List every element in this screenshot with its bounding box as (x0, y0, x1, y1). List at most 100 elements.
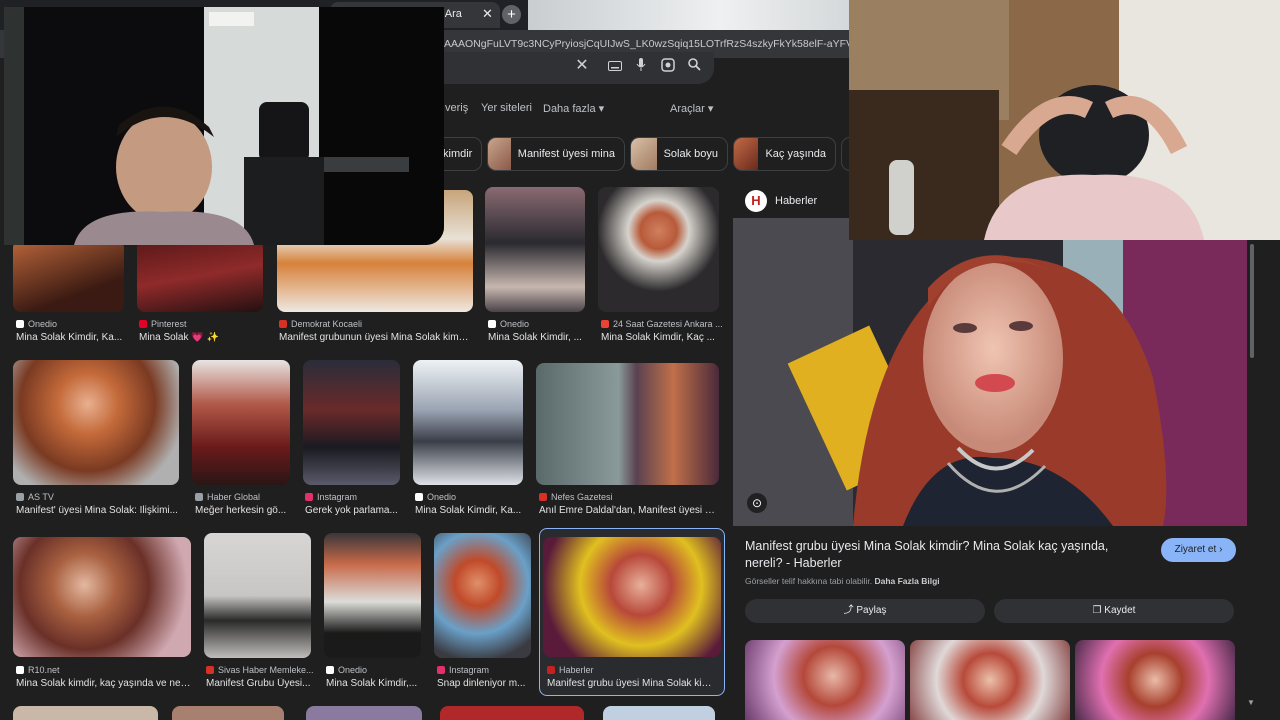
new-tab-button[interactable]: + (502, 5, 521, 24)
visit-button[interactable]: Ziyaret et › (1161, 538, 1236, 562)
lens-icon[interactable] (660, 58, 676, 74)
scrollbar-thumb[interactable] (1250, 244, 1254, 358)
result-image[interactable] (306, 706, 422, 720)
tab-shopping[interactable]: veriş (445, 102, 468, 114)
chip-thumbnail (488, 138, 511, 170)
result-image[interactable] (440, 706, 584, 720)
scroll-down-icon[interactable]: ▼ (1247, 698, 1255, 707)
result-image[interactable] (536, 363, 719, 485)
tools-button[interactable]: Araçlar ▾ (670, 102, 713, 115)
source-icon (305, 493, 313, 501)
result-source: Demokrat Kocaeli (279, 319, 362, 329)
source-icon (16, 320, 24, 328)
result-caption[interactable]: Mina Solak Kimdir, ... (488, 332, 585, 343)
copyright-text: Görseller telif hakkına tabi olabilir. (745, 576, 873, 586)
source-logo: H (745, 190, 767, 212)
learn-more-link[interactable]: Daha Fazla Bilgi (874, 576, 939, 586)
result-caption[interactable]: Mina Solak Kimdir, Ka... (415, 505, 523, 516)
result-caption[interactable]: Mina Solak 💗 ✨ (139, 332, 263, 343)
result-image[interactable] (543, 537, 721, 657)
chip-boyu[interactable]: Solak boyu (630, 137, 728, 171)
related-image[interactable] (745, 640, 905, 720)
keyboard-icon[interactable] (607, 58, 623, 74)
result-image[interactable] (598, 187, 719, 312)
source-icon (488, 320, 496, 328)
result-caption[interactable]: Snap dinleniyor m... (437, 678, 531, 689)
webcam-overlay-right (849, 0, 1280, 240)
result-image[interactable] (485, 187, 585, 312)
source-icon (547, 666, 555, 674)
result-image[interactable] (13, 537, 191, 657)
result-source: Haberler (547, 665, 594, 675)
close-tab-icon[interactable]: ✕ (482, 6, 493, 22)
result-caption[interactable]: Meğer herkesin gö... (195, 505, 290, 516)
related-image[interactable] (1075, 640, 1235, 720)
result-source: R10.net (16, 665, 60, 675)
result-image[interactable] (137, 240, 263, 312)
result-image[interactable] (204, 533, 311, 658)
panel-source-name[interactable]: Haberler (775, 195, 817, 207)
chip-label: Manifest üyesi mina (517, 148, 615, 160)
chip-label: Kaç yaşında (765, 148, 826, 160)
result-image[interactable] (172, 706, 284, 720)
result-caption[interactable]: Manifest grubu üyesi Mina Solak kim... (547, 678, 717, 689)
source-icon (326, 666, 334, 674)
result-caption[interactable]: Gerek yok parlama... (305, 505, 400, 516)
mic-icon[interactable] (633, 58, 649, 74)
result-image[interactable] (13, 360, 179, 485)
source-icon (16, 493, 24, 501)
preview-image[interactable] (733, 218, 1247, 526)
copyright-notice: Görseller telif hakkına tabi olabilir. D… (745, 576, 940, 586)
result-source: Instagram (305, 492, 357, 502)
tab-more-label: Daha fazla (543, 103, 596, 115)
result-source: Haber Global (195, 492, 260, 502)
chevron-down-icon: ▾ (707, 103, 714, 115)
result-image[interactable] (192, 360, 290, 485)
share-label: Paylaş (856, 605, 887, 616)
save-button[interactable]: ❐ Kaydet (994, 599, 1234, 623)
chevron-right-icon: › (1219, 544, 1223, 555)
tab-strip-background (528, 0, 850, 30)
source-icon (206, 666, 214, 674)
chip-yas[interactable]: Kaç yaşında (733, 137, 836, 171)
source-icon (437, 666, 445, 674)
chip-label: Solak boyu (663, 148, 718, 160)
result-image[interactable] (303, 360, 400, 485)
save-label: Kaydet (1104, 605, 1136, 616)
result-caption[interactable]: Mina Solak kimdir, kaç yaşında ve ner... (16, 678, 191, 689)
result-image[interactable] (413, 360, 523, 485)
result-image[interactable] (13, 706, 158, 720)
result-image[interactable] (434, 533, 531, 658)
chip-thumbnail (631, 138, 657, 170)
share-icon: ⤴ (843, 605, 854, 616)
chip-thumbnail (734, 138, 759, 170)
chip-manifest[interactable]: Manifest üyesi mina (487, 137, 625, 171)
url-text[interactable]: AAAONgFuLVT9c3NCyPryiosjCqUIJwS_LK0wzSqi… (444, 38, 849, 50)
result-source: Onedio (488, 319, 529, 329)
search-icon[interactable] (686, 58, 702, 74)
preview-title[interactable]: Manifest grubu üyesi Mina Solak kimdir? … (745, 538, 1145, 572)
result-caption[interactable]: Manifest' üyesi Mina Solak: İlişkimi... (16, 505, 179, 516)
result-caption[interactable]: Mina Solak Kimdir, Ka... (16, 332, 124, 343)
result-image[interactable] (324, 533, 421, 658)
tab-more[interactable]: Daha fazla ▾ (543, 102, 604, 115)
result-caption[interactable]: Anıl Emre Daldal'dan, Manifest üyesi M..… (539, 505, 719, 516)
tab-sites[interactable]: Yer siteleri (481, 102, 532, 114)
result-source: Onedio (326, 665, 367, 675)
share-button[interactable]: ⤴ Paylaş (745, 599, 985, 623)
result-caption[interactable]: Manifest Grubu Üyesi... (206, 678, 311, 689)
result-caption[interactable]: Manifest grubunun üyesi Mina Solak kimdi… (279, 332, 473, 343)
result-caption[interactable]: Mina Solak Kimdir,... (326, 678, 421, 689)
related-image[interactable] (910, 640, 1070, 720)
result-image[interactable] (13, 240, 124, 312)
bookmark-icon: ❐ (1092, 605, 1102, 616)
source-icon (279, 320, 287, 328)
result-image[interactable] (603, 706, 715, 720)
result-caption[interactable]: Mina Solak Kimdir, Kaç ... (601, 332, 719, 343)
source-icon (601, 320, 609, 328)
close-icon[interactable]: ✕ (574, 58, 590, 74)
result-source: Onedio (16, 319, 57, 329)
visit-label: Ziyaret et (1174, 544, 1217, 555)
result-source: Sivas Haber Memleke... (206, 665, 314, 675)
visual-search-icon[interactable]: ⊙ (747, 493, 767, 513)
